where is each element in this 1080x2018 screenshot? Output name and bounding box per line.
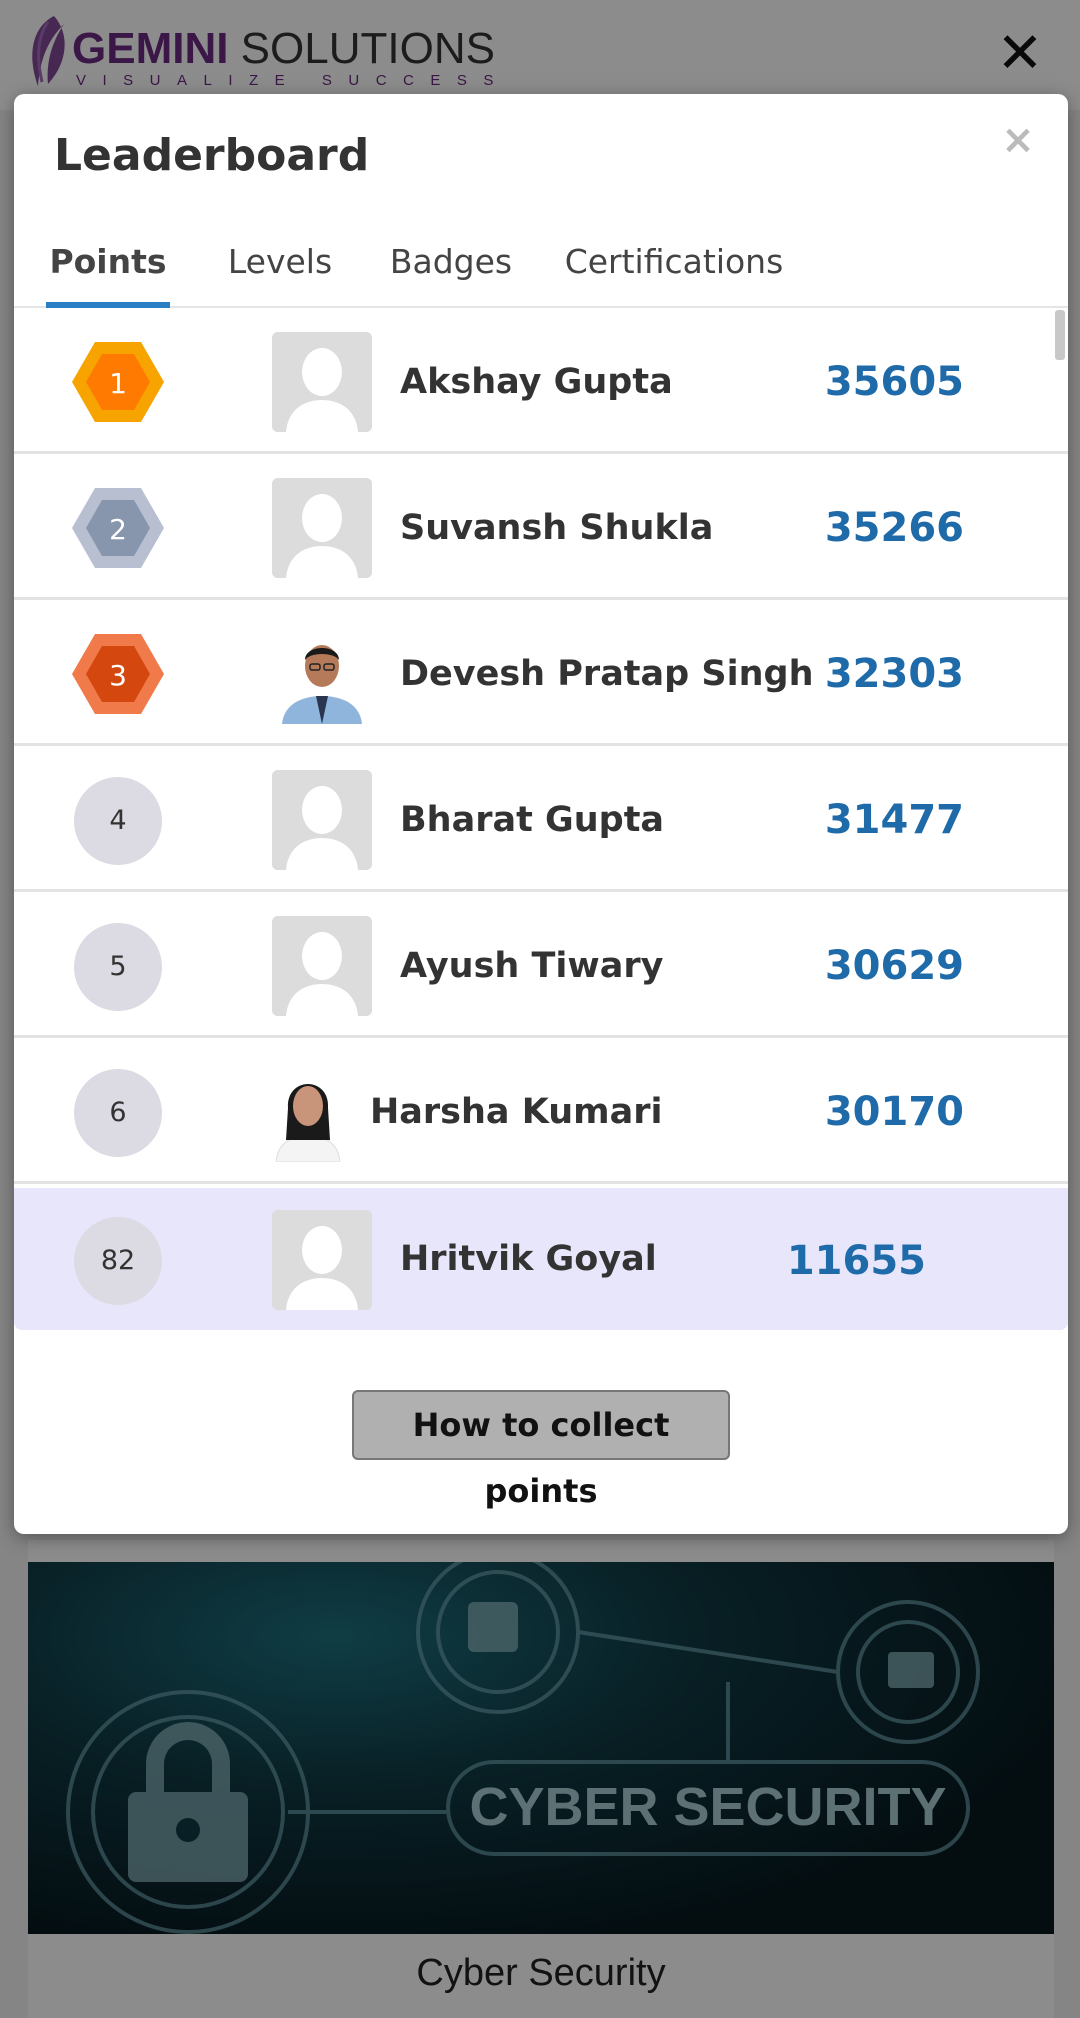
user-points: 35605 [824,359,964,405]
user-points: 11655 [786,1238,926,1284]
leaderboard-row: 4 Bharat Gupta 31477 [14,748,1068,892]
leaderboard-modal: Leaderboard × Points Levels Badges Certi… [14,94,1068,1534]
current-user-row: 82 Hritvik Goyal 11655 [14,1188,1068,1330]
how-to-collect-points-button[interactable]: How to collect points [352,1390,730,1510]
leaderboard-row: 5 Ayush Tiwary 30629 [14,894,1068,1038]
user-name: Suvansh Shukla [400,508,714,548]
user-points: 31477 [824,797,964,843]
avatar [272,332,372,432]
user-photo [272,1062,344,1162]
tab-badges[interactable]: Badges [376,224,526,308]
avatar [272,916,372,1016]
tab-levels[interactable]: Levels [214,224,346,308]
user-placeholder-icon [272,916,372,1016]
avatar [272,624,372,724]
leaderboard-row: 6 Harsha Kumari 30170 [14,1040,1068,1184]
rank-number: 4 [74,777,162,865]
user-placeholder-icon [272,332,372,432]
user-name: Devesh Pratap Singh [400,654,814,694]
avatar [272,1062,344,1162]
user-name: Hritvik Goyal [400,1239,657,1279]
list-scrollbar[interactable] [1055,310,1065,360]
rank-number: 3 [109,659,127,692]
user-name: Bharat Gupta [400,800,665,840]
user-name: Ayush Tiwary [400,946,664,986]
user-points: 35266 [824,505,964,551]
user-points: 30629 [824,943,964,989]
rank-number: 2 [109,513,127,546]
user-placeholder-icon [272,478,372,578]
rank-number: 5 [74,923,162,1011]
user-points: 30170 [824,1089,964,1135]
rank-number: 6 [74,1069,162,1157]
rank-number: 82 [74,1217,162,1305]
tab-certifications[interactable]: Certifications [554,224,794,308]
user-photo [272,624,372,724]
leaderboard-list[interactable]: 1 Akshay Gupta 35605 2 Suvansh Shukla 35… [14,310,1068,1330]
avatar [272,770,372,870]
user-name: Akshay Gupta [400,362,673,402]
user-placeholder-icon [272,770,372,870]
leaderboard-row: 3 Devesh Pratap Singh 32303 [14,602,1068,746]
modal-close-button[interactable]: × [996,118,1040,162]
user-placeholder-icon [272,1210,372,1310]
tab-points[interactable]: Points [46,224,170,308]
leaderboard-tabs: Points Levels Badges Certifications [14,224,1068,308]
avatar [272,1210,372,1310]
gold-rank-badge-icon: 1 [72,342,164,422]
bronze-rank-badge-icon: 3 [72,634,164,714]
user-points: 32303 [824,651,964,697]
leaderboard-row: 1 Akshay Gupta 35605 [14,310,1068,454]
modal-title: Leaderboard [54,130,370,181]
silver-rank-badge-icon: 2 [72,488,164,568]
leaderboard-row: 2 Suvansh Shukla 35266 [14,456,1068,600]
user-name: Harsha Kumari [370,1092,663,1132]
rank-number: 1 [109,367,127,400]
avatar [272,478,372,578]
